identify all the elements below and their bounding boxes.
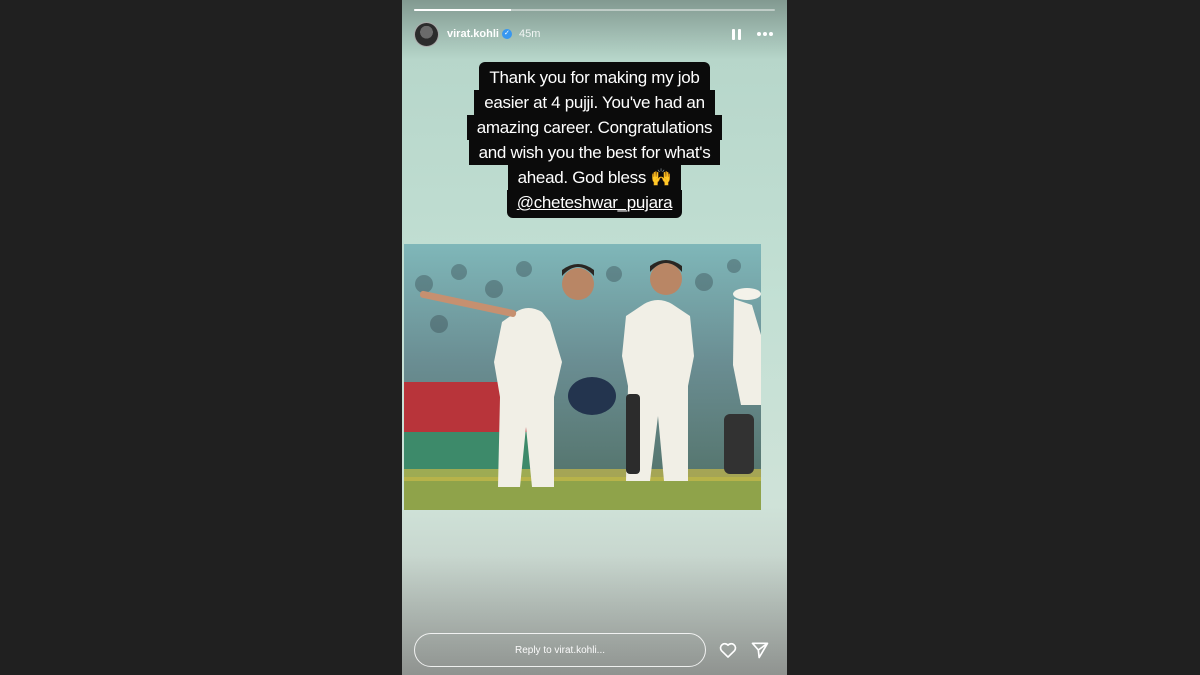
more-options-icon[interactable]: [755, 25, 775, 43]
mention-tag[interactable]: @cheteshwar_pujara: [506, 190, 683, 218]
caption-line: amazing career. Congratulations: [466, 115, 723, 140]
verified-badge-icon: ✓: [501, 29, 512, 39]
story-caption: Thank you for making my job easier at 4 …: [402, 62, 787, 218]
avatar[interactable]: [414, 21, 439, 47]
story-viewer[interactable]: virat.kohli ✓ 45m Thank you for making m…: [402, 0, 787, 675]
caption-line: ahead. God bless 🙌: [507, 165, 682, 190]
story-progress-bar: [414, 9, 775, 11]
username[interactable]: virat.kohli: [447, 28, 499, 40]
story-photo: [404, 244, 761, 510]
caption-line: easier at 4 pujji. You've had an: [474, 90, 715, 115]
send-icon[interactable]: [750, 640, 770, 660]
story-header: virat.kohli ✓ 45m: [414, 21, 775, 47]
mention-text[interactable]: @cheteshwar_pujara: [517, 193, 673, 212]
reply-placeholder: Reply to virat.kohli...: [514, 644, 606, 656]
caption-line: Thank you for making my job: [479, 62, 710, 90]
viewer-background: virat.kohli ✓ 45m Thank you for making m…: [0, 0, 1200, 675]
post-time: 45m: [518, 28, 541, 40]
pause-icon[interactable]: [727, 25, 745, 43]
cricketers-photo: [404, 244, 761, 510]
reply-input[interactable]: Reply to virat.kohli...: [414, 633, 706, 667]
story-progress-fill: [414, 9, 512, 11]
caption-line: and wish you the best for what's: [468, 140, 721, 165]
heart-icon[interactable]: [718, 640, 738, 660]
